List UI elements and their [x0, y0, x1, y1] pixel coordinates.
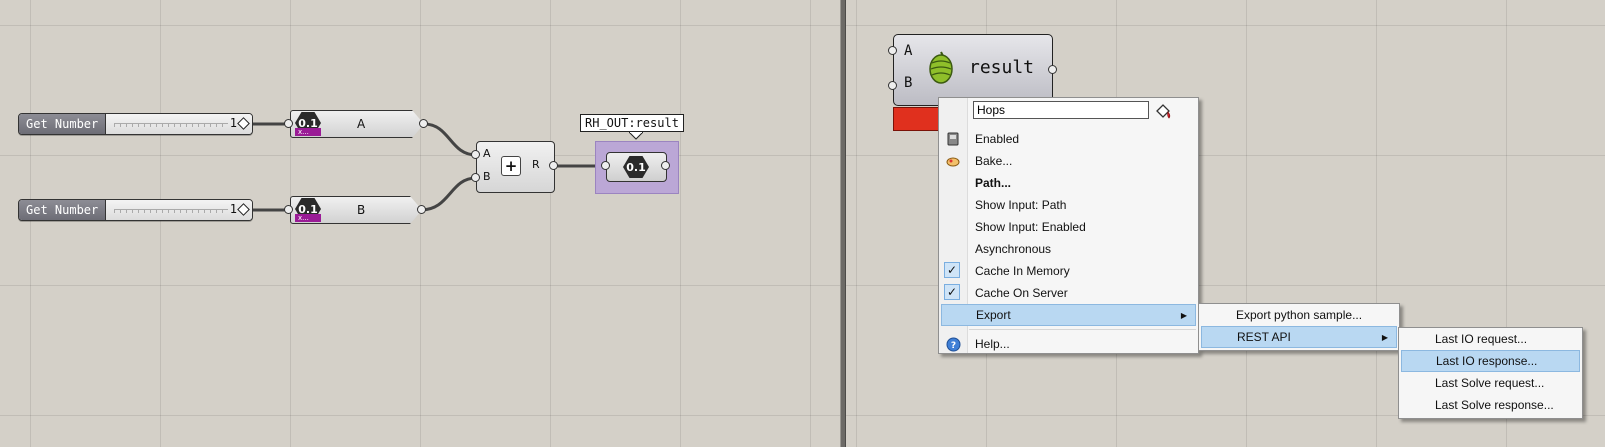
menu-item-label: Last IO request... — [1435, 332, 1528, 346]
slider-grip-icon[interactable] — [237, 117, 250, 130]
menu-item-label: Show Input: Enabled — [975, 220, 1086, 234]
param-a-input-grip[interactable] — [284, 119, 293, 128]
menu-item-label: Last Solve response... — [1435, 398, 1554, 412]
menu-item-label: Help... — [975, 337, 1010, 351]
output-param-icon: 0.1 — [623, 156, 649, 178]
menu-separator — [969, 329, 1196, 330]
menu-item-enabled[interactable]: Enabled — [941, 128, 1196, 150]
param-a-output-grip[interactable] — [419, 119, 428, 128]
menu-item-last-solve-response[interactable]: Last Solve response... — [1401, 394, 1580, 416]
menu-item-label: Path... — [975, 176, 1012, 190]
hops-input-a-grip[interactable] — [888, 46, 897, 55]
menu-item-label: Show Input: Path — [975, 198, 1067, 212]
menu-item-label: Export python sample... — [1236, 308, 1363, 322]
slider-grip-icon[interactable] — [237, 203, 250, 216]
param-label: A — [357, 117, 366, 131]
menu-item-help[interactable]: ? Help... — [941, 333, 1196, 355]
help-icon: ? — [944, 335, 962, 353]
addition-component[interactable]: A B + R — [476, 141, 555, 193]
menu-item-label: Last IO response... — [1436, 354, 1538, 368]
menu-item-label: Asynchronous — [975, 242, 1052, 256]
output-param[interactable]: 0.1 — [606, 152, 667, 182]
bake-icon — [944, 152, 962, 170]
check-icon: ✓ — [944, 262, 960, 278]
addition-output-grip[interactable] — [549, 161, 558, 170]
menu-item-cache-in-memory[interactable]: ✓ Cache In Memory — [941, 260, 1196, 282]
addition-input-b: B — [483, 170, 491, 183]
enabled-icon — [944, 130, 962, 148]
slider-track[interactable]: 1 — [106, 114, 252, 134]
addition-input-b-grip[interactable] — [471, 173, 480, 182]
tooltip-pointer — [629, 132, 643, 140]
number-slider-2[interactable]: Get Number 1 — [18, 199, 253, 221]
menu-item-label: REST API — [1237, 330, 1291, 344]
hops-icon — [929, 51, 953, 84]
addition-output-r: R — [532, 158, 540, 171]
menu-item-path[interactable]: Path... — [941, 172, 1196, 194]
menu-item-last-io-response[interactable]: Last IO response... — [1401, 350, 1580, 372]
expression-badge: x... — [295, 128, 321, 136]
slider-name: Get Number — [19, 200, 107, 220]
menu-item-bake[interactable]: Bake... — [941, 150, 1196, 172]
hops-output-grip[interactable] — [1048, 65, 1057, 74]
expression-badge: x... — [295, 214, 321, 222]
slider-track[interactable]: 1 — [106, 200, 252, 220]
param-label: B — [357, 203, 366, 217]
name-input[interactable] — [973, 101, 1149, 119]
menu-item-export[interactable]: Export ▶ — [941, 304, 1196, 326]
menu-item-label: Cache On Server — [975, 286, 1068, 300]
check-icon: ✓ — [944, 284, 960, 300]
number-param-b[interactable]: 0.1 x... B — [290, 196, 422, 224]
slider-ticks — [114, 123, 228, 127]
menu-item-last-solve-request[interactable]: Last Solve request... — [1401, 372, 1580, 394]
hops-input-a: A — [904, 43, 913, 59]
output-output-grip[interactable] — [661, 161, 670, 170]
menu-item-rest-api[interactable]: REST API ▶ — [1201, 326, 1397, 348]
output-input-grip[interactable] — [601, 161, 610, 170]
menu-item-label: Bake... — [975, 154, 1013, 168]
rest-api-submenu: Last IO request... Last IO response... L… — [1398, 327, 1583, 419]
menu-item-label: Last Solve request... — [1435, 376, 1545, 390]
addition-input-a: A — [483, 147, 491, 160]
submenu-arrow-icon: ▶ — [1180, 310, 1187, 320]
menu-item-show-input-path[interactable]: Show Input: Path — [941, 194, 1196, 216]
context-menu: Enabled Bake... Path... Show Input: Path… — [938, 97, 1199, 354]
menu-item-label: Export — [976, 308, 1011, 322]
left-canvas[interactable] — [0, 0, 840, 447]
menu-item-label: Cache In Memory — [975, 264, 1070, 278]
slider-name: Get Number — [19, 114, 107, 134]
slider-ticks — [114, 209, 228, 213]
svg-text:?: ? — [950, 341, 955, 351]
paint-bucket-icon[interactable] — [1154, 103, 1172, 121]
output-tooltip: RH_OUT:result — [580, 114, 684, 132]
menu-item-export-python-sample[interactable]: Export python sample... — [1201, 304, 1397, 326]
param-b-input-grip[interactable] — [284, 205, 293, 214]
hops-input-b: B — [904, 75, 913, 91]
export-submenu: Export python sample... REST API ▶ — [1198, 303, 1400, 351]
name-row — [939, 98, 1198, 128]
hops-label: result — [969, 57, 1035, 78]
number-param-a[interactable]: 0.1 x... A — [290, 110, 424, 138]
submenu-arrow-icon: ▶ — [1381, 332, 1388, 342]
menu-item-show-input-enabled[interactable]: Show Input: Enabled — [941, 216, 1196, 238]
addition-icon: + — [501, 156, 521, 176]
param-b-output-grip[interactable] — [417, 205, 426, 214]
number-slider-1[interactable]: Get Number 1 — [18, 113, 253, 135]
menu-item-asynchronous[interactable]: Asynchronous — [941, 238, 1196, 260]
menu-item-label: Enabled — [975, 132, 1020, 146]
addition-input-a-grip[interactable] — [471, 150, 480, 159]
hops-component[interactable]: A B result — [893, 34, 1053, 106]
menu-item-cache-on-server[interactable]: ✓ Cache On Server — [941, 282, 1196, 304]
hops-input-b-grip[interactable] — [888, 81, 897, 90]
menu-item-last-io-request[interactable]: Last IO request... — [1401, 328, 1580, 350]
